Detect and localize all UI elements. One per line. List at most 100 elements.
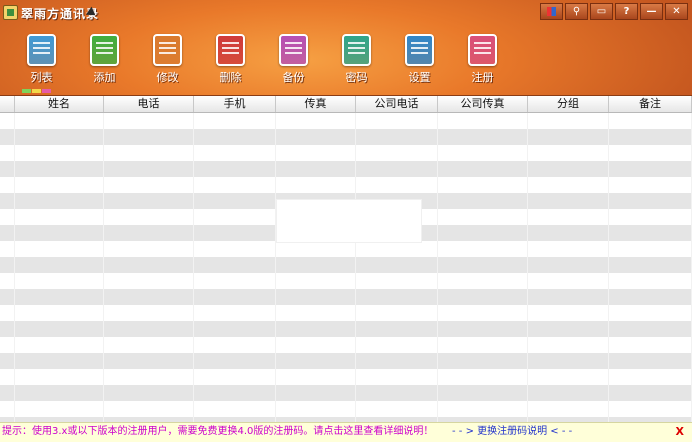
main-toolbar: 列表 添加 修改 删除 备份 密码 设置 注册 <box>10 34 514 85</box>
table-cell <box>15 273 104 289</box>
table-cell <box>0 225 15 241</box>
table-cell <box>528 161 609 177</box>
table-cell <box>0 113 15 129</box>
tab-marker[interactable] <box>22 89 31 93</box>
column-header[interactable]: 手机 <box>194 96 276 112</box>
table-row[interactable] <box>0 337 692 353</box>
table-cell <box>438 401 528 417</box>
table-cell <box>194 257 276 273</box>
table-body <box>0 113 692 422</box>
table-cell <box>356 177 438 193</box>
tab-marker[interactable] <box>32 89 41 93</box>
column-header[interactable]: 公司电话 <box>356 96 438 112</box>
table-row[interactable] <box>0 289 692 305</box>
table-cell <box>0 209 15 225</box>
change-code-link[interactable]: - - > 更换注册码说明 < - - <box>452 423 572 440</box>
table-row[interactable] <box>0 257 692 273</box>
table-cell <box>528 241 609 257</box>
toolbar-button-password[interactable]: 密码 <box>325 34 388 85</box>
table-cell <box>276 257 356 273</box>
table-cell <box>104 273 194 289</box>
table-cell <box>276 241 356 257</box>
toolbar-label: 密码 <box>345 71 368 84</box>
table-row[interactable] <box>0 353 692 369</box>
table-cell <box>15 177 104 193</box>
table-cell <box>609 305 692 321</box>
table-cell <box>15 369 104 385</box>
table-cell <box>528 177 609 193</box>
table-cell <box>528 385 609 401</box>
column-header[interactable]: 备注 <box>609 96 692 112</box>
table-cell <box>438 161 528 177</box>
column-header[interactable]: 公司传真 <box>438 96 528 112</box>
toolbar-label: 注册 <box>471 71 494 84</box>
toolbar-label: 设置 <box>408 71 431 84</box>
close-button[interactable]: ✕ <box>665 3 688 20</box>
table-cell <box>276 369 356 385</box>
table-cell <box>104 353 194 369</box>
table-cell <box>609 241 692 257</box>
table-cell <box>104 225 194 241</box>
toolbar-button-add[interactable]: 添加 <box>73 34 136 85</box>
column-header[interactable]: 姓名 <box>15 96 104 112</box>
table-cell <box>15 129 104 145</box>
table-row[interactable] <box>0 385 692 401</box>
table-row[interactable] <box>0 129 692 145</box>
table-cell <box>528 145 609 161</box>
toolbar-button-settings[interactable]: 设置 <box>388 34 451 85</box>
table-row[interactable] <box>0 145 692 161</box>
table-cell <box>276 321 356 337</box>
table-row[interactable] <box>0 241 692 257</box>
help-button[interactable]: ? <box>615 3 638 20</box>
window-mode-button[interactable]: ▭ <box>590 3 613 20</box>
toolbar-button-delete[interactable]: 删除 <box>199 34 262 85</box>
table-cell <box>0 321 15 337</box>
status-close-button[interactable]: X <box>676 423 684 440</box>
toolbar-button-register[interactable]: 注册 <box>451 34 514 85</box>
add-icon <box>90 34 119 66</box>
table-row[interactable] <box>0 369 692 385</box>
toolbar-button-list[interactable]: 列表 <box>10 34 73 85</box>
skin-button[interactable] <box>540 3 563 20</box>
table-cell <box>528 353 609 369</box>
table-cell <box>528 337 609 353</box>
table-row[interactable] <box>0 273 692 289</box>
column-header[interactable]: 传真 <box>276 96 356 112</box>
table-row[interactable] <box>0 113 692 129</box>
table-cell <box>356 289 438 305</box>
tab-marker[interactable] <box>42 89 51 93</box>
register-tip-text[interactable]: 提示：使用3.x或以下版本的注册用户，需要免费更换4.0版的注册码。请点击这里查… <box>2 423 433 440</box>
table-cell <box>438 353 528 369</box>
table-row[interactable] <box>0 161 692 177</box>
toolbar-label: 修改 <box>156 71 179 84</box>
toolbar-button-backup[interactable]: 备份 <box>262 34 325 85</box>
table-cell <box>194 129 276 145</box>
table-cell <box>438 129 528 145</box>
table-cell <box>0 401 15 417</box>
toolbar-label: 列表 <box>30 71 53 84</box>
table-cell <box>0 305 15 321</box>
table-cell <box>104 305 194 321</box>
table-cell <box>104 257 194 273</box>
contact-table: 姓名 电话 手机 传真 公司电话 公司传真 分组 备注 <box>0 96 692 422</box>
view-tab-markers <box>22 89 51 93</box>
column-header[interactable]: 分组 <box>528 96 609 112</box>
table-row[interactable] <box>0 177 692 193</box>
settings-icon <box>405 34 434 66</box>
minimize-button[interactable]: — <box>640 3 663 20</box>
table-row[interactable] <box>0 321 692 337</box>
table-cell <box>356 321 438 337</box>
table-cell <box>528 257 609 273</box>
table-cell <box>104 161 194 177</box>
column-header[interactable]: 电话 <box>104 96 194 112</box>
table-cell <box>15 385 104 401</box>
search-button[interactable]: ⚲ <box>565 3 588 20</box>
table-cell <box>528 369 609 385</box>
table-row[interactable] <box>0 305 692 321</box>
table-cell <box>609 145 692 161</box>
table-row[interactable] <box>0 401 692 417</box>
edit-icon <box>153 34 182 66</box>
table-cell <box>438 273 528 289</box>
table-cell <box>609 113 692 129</box>
toolbar-button-edit[interactable]: 修改 <box>136 34 199 85</box>
